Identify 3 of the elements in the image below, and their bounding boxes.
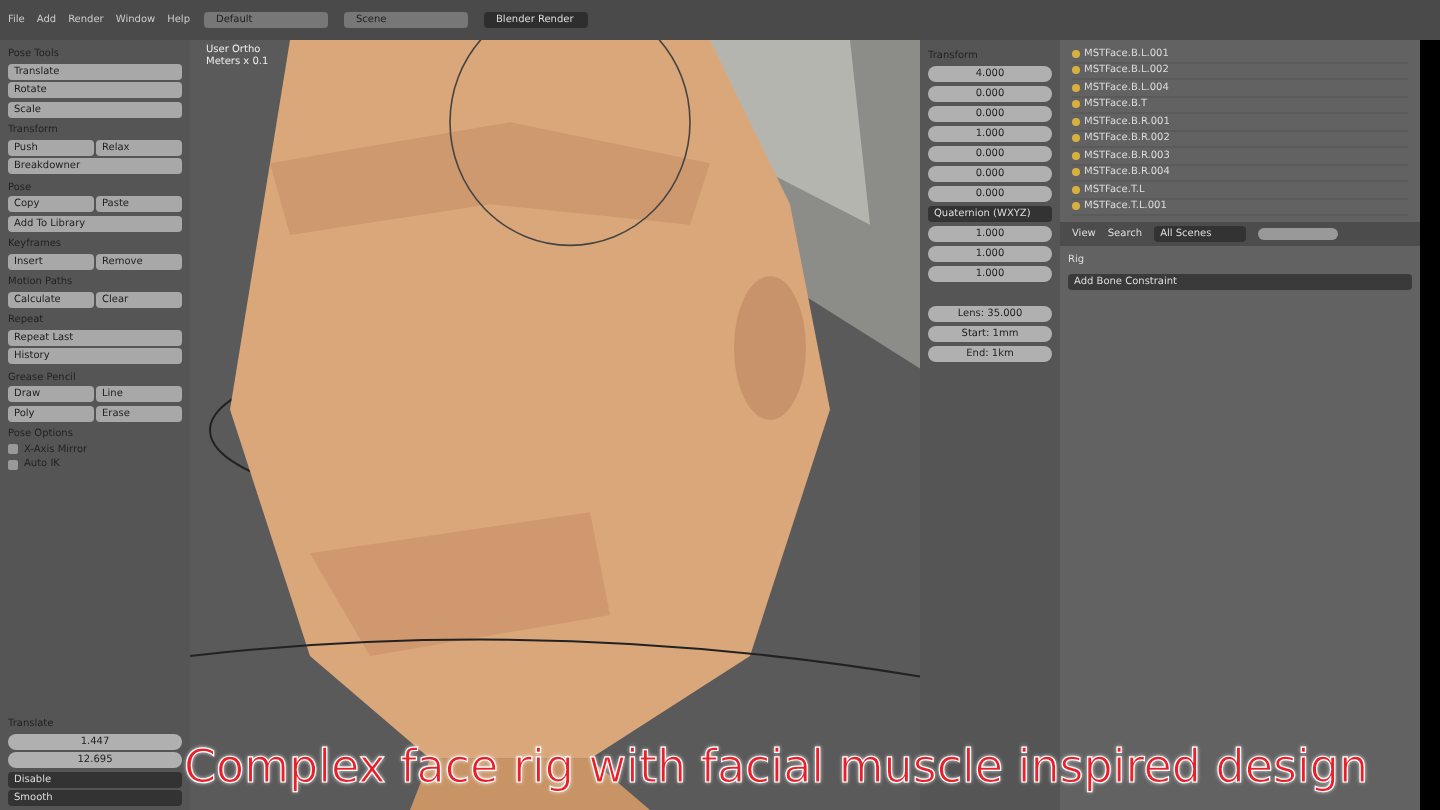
search-field[interactable]	[1258, 228, 1339, 240]
checkbox[interactable]	[8, 444, 18, 454]
checkbox[interactable]	[8, 459, 18, 469]
